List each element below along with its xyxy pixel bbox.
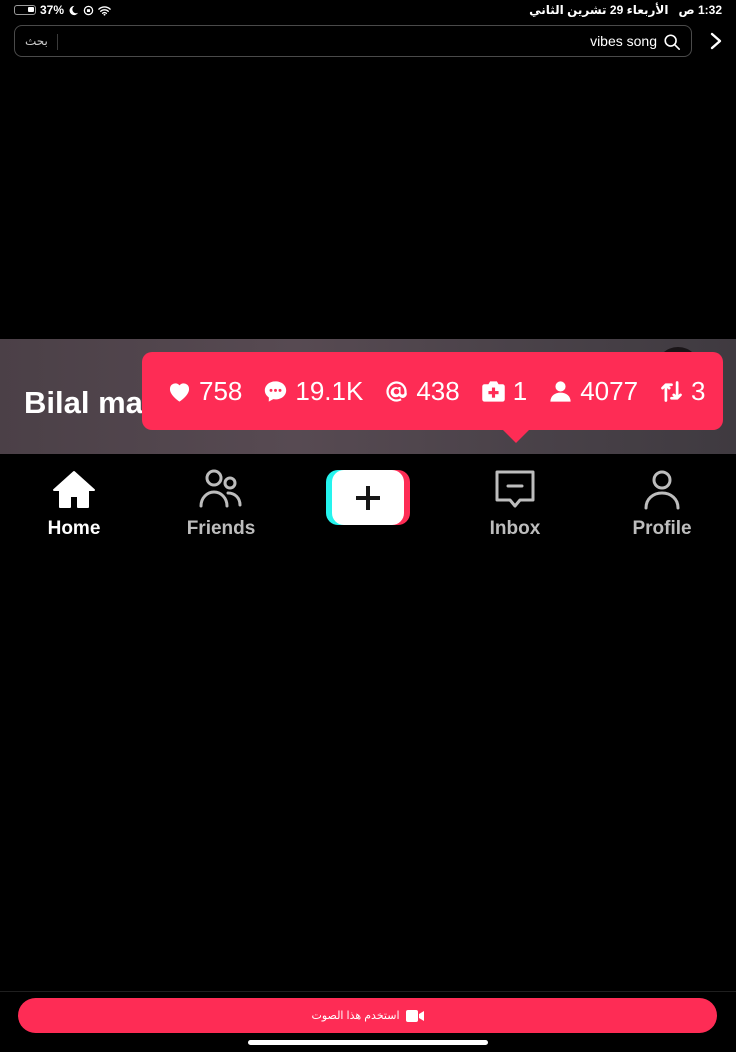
stat-likes: 758 — [166, 376, 242, 407]
battery-icon — [14, 5, 36, 15]
mention-icon — [386, 380, 408, 402]
status-left: 37% — [14, 3, 111, 17]
status-time-group: 1:32 ص — [678, 3, 722, 17]
add-box-icon — [481, 380, 505, 402]
search-row: بحث vibes song — [14, 25, 726, 57]
status-time: 1:32 — [697, 3, 722, 17]
nav-inbox[interactable]: Inbox — [455, 462, 575, 540]
home-indicator[interactable] — [248, 1040, 488, 1045]
chevron-right-icon[interactable] — [708, 31, 724, 51]
heart-icon — [169, 382, 190, 402]
status-bar: 37% 1:32 ص الأربعاء 29 تشرين الثاني — [0, 0, 736, 22]
video-camera-icon — [405, 1009, 424, 1022]
moon-icon — [69, 5, 79, 15]
stat-value: 1 — [512, 375, 528, 406]
bottom-nav: Home Friends Inbox Profile — [0, 462, 736, 542]
profile-icon — [644, 470, 680, 510]
nav-home[interactable]: Home — [14, 462, 134, 540]
inbox-icon — [495, 470, 535, 508]
screen: 37% 1:32 ص الأربعاء 29 تشرين الثاني بحث … — [0, 0, 736, 1052]
status-date: الأربعاء 29 تشرين الثاني — [529, 3, 669, 17]
repost-icon — [661, 380, 682, 402]
nav-profile[interactable]: Profile — [602, 462, 722, 540]
search-input[interactable]: بحث vibes song — [14, 25, 692, 57]
wifi-icon — [98, 5, 111, 16]
stat-favorites: 1 — [480, 376, 527, 407]
battery-percent: 37% — [40, 3, 65, 17]
stat-comments: 19.1K — [262, 376, 363, 407]
stat-value: 438 — [416, 375, 460, 406]
nav-inbox-label: Inbox — [489, 518, 541, 539]
stat-value: 4077 — [580, 375, 639, 406]
use-sound-label: استخدم هذا الصوت — [311, 1010, 400, 1022]
stat-value: 758 — [199, 375, 243, 406]
search-icon — [664, 34, 681, 51]
status-right: 1:32 ص الأربعاء 29 تشرين الثاني — [529, 3, 722, 17]
nav-profile-label: Profile — [632, 518, 692, 539]
home-icon — [53, 471, 95, 508]
stat-reposts: 3 — [658, 375, 706, 407]
creator-name: Bilal ma — [24, 385, 143, 420]
stat-value: 3 — [691, 375, 706, 406]
create-button[interactable] — [326, 470, 410, 526]
stat-value: 19.1K — [295, 375, 364, 406]
friends-icon — [199, 469, 242, 508]
search-divider — [57, 34, 58, 50]
stat-followers: 4077 — [547, 376, 638, 407]
stats-tooltip: 758 19.1K 438 1 4077 3 — [142, 352, 723, 443]
person-icon — [550, 380, 571, 402]
nav-friends-label: Friends — [186, 518, 256, 539]
status-am-pm: ص — [678, 3, 695, 17]
search-submit-button[interactable]: بحث — [25, 34, 48, 48]
use-sound-button[interactable]: استخدم هذا الصوت — [18, 998, 717, 1033]
nav-friends[interactable]: Friends — [161, 462, 281, 540]
bottom-divider — [0, 991, 736, 992]
comment-icon — [265, 380, 287, 402]
search-query-text: vibes song — [590, 33, 657, 49]
nav-home-label: Home — [47, 518, 101, 539]
stat-mentions: 438 — [383, 375, 460, 407]
orientation-lock-icon — [83, 5, 94, 15]
plus-icon — [356, 486, 380, 510]
